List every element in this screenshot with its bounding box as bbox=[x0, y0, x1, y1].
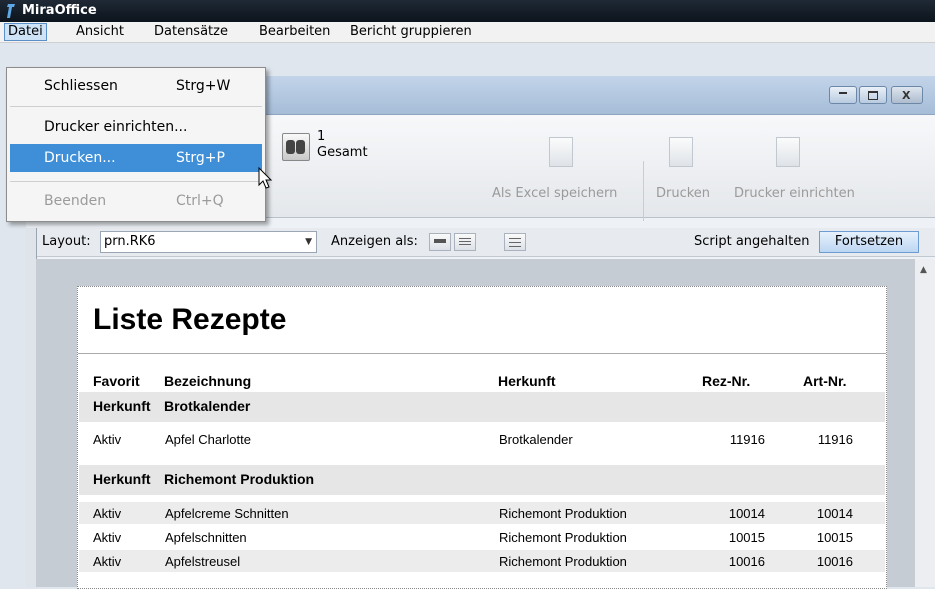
app-icon bbox=[7, 4, 15, 18]
cell-bezeichnung: Apfel Charlotte bbox=[165, 432, 251, 447]
record-total-label: Gesamt bbox=[317, 145, 368, 160]
minimize-button[interactable] bbox=[829, 86, 857, 104]
layout-value: prn.RK6 bbox=[104, 234, 156, 249]
close-button[interactable]: X bbox=[891, 86, 923, 104]
menu-item-shortcut: Ctrl+Q bbox=[176, 193, 224, 209]
menu-separator bbox=[10, 106, 262, 107]
menu-item-schliessen[interactable]: Schliessen Strg+W bbox=[10, 72, 262, 100]
table-row: Aktiv Apfelstreusel Richemont Produktion… bbox=[79, 550, 885, 572]
title-bar: MiraOffice bbox=[0, 0, 935, 22]
view-table-button[interactable] bbox=[504, 233, 526, 251]
layout-label: Layout: bbox=[42, 234, 91, 249]
layout-select[interactable]: prn.RK6 ▼ bbox=[100, 231, 317, 253]
menu-datei[interactable]: Datei bbox=[4, 23, 47, 41]
menu-item-beenden: Beenden Ctrl+Q bbox=[10, 187, 262, 215]
layout-bar: Layout: prn.RK6 ▼ Anzeigen als: Script a… bbox=[26, 228, 935, 257]
printer-icon bbox=[669, 137, 693, 167]
cell-bezeichnung: Apfelschnitten bbox=[165, 530, 247, 545]
menu-item-label: Beenden bbox=[44, 193, 107, 209]
column-header-art-nr: Art-Nr. bbox=[803, 373, 847, 389]
app-title: MiraOffice bbox=[22, 3, 97, 18]
cell-rez-nr: 10016 bbox=[728, 554, 765, 569]
cell-rez-nr: 10014 bbox=[728, 506, 765, 521]
cell-art-nr: 10016 bbox=[816, 554, 853, 569]
menu-bearbeiten[interactable]: Bearbeiten bbox=[256, 24, 333, 40]
printer-setup-button[interactable]: Drucker einrichten bbox=[734, 186, 855, 201]
mouse-cursor-icon bbox=[258, 167, 273, 189]
record-number: 1 bbox=[317, 129, 326, 144]
title-divider bbox=[78, 353, 886, 354]
view-list-button[interactable] bbox=[454, 233, 476, 251]
cell-art-nr: 11916 bbox=[817, 432, 853, 447]
view-as-label: Anzeigen als: bbox=[331, 234, 418, 249]
save-excel-button[interactable]: Als Excel speichern bbox=[492, 186, 617, 201]
menu-ansicht[interactable]: Ansicht bbox=[73, 24, 127, 40]
cell-herkunft: Richemont Produktion bbox=[499, 554, 627, 569]
cell-art-nr: 10015 bbox=[816, 530, 853, 545]
menu-item-drucken[interactable]: Drucken... Strg+P bbox=[10, 144, 262, 172]
cell-art-nr: 10014 bbox=[816, 506, 853, 521]
maximize-button[interactable] bbox=[859, 86, 887, 104]
group-value: Richemont Produktion bbox=[164, 471, 315, 487]
menu-bericht-gruppieren[interactable]: Bericht gruppieren bbox=[347, 24, 475, 40]
script-status: Script angehalten bbox=[694, 234, 810, 249]
cell-herkunft: Brotkalender bbox=[499, 432, 573, 447]
cell-favorit: Aktiv bbox=[93, 530, 122, 545]
menu-item-shortcut: Strg+P bbox=[176, 150, 225, 166]
menu-item-drucker-einrichten[interactable]: Drucker einrichten... bbox=[10, 113, 262, 141]
printer-setup-icon bbox=[776, 137, 800, 167]
menu-separator bbox=[10, 181, 262, 182]
binoculars-icon bbox=[282, 133, 310, 161]
minimize-icon bbox=[839, 92, 847, 94]
close-icon: X bbox=[902, 89, 911, 102]
excel-icon bbox=[549, 137, 573, 167]
table-row: Aktiv Apfelschnitten Richemont Produktio… bbox=[79, 526, 885, 548]
maximize-icon bbox=[868, 91, 878, 100]
menu-item-label: Drucker einrichten... bbox=[44, 119, 188, 135]
view-form-button[interactable] bbox=[429, 233, 451, 251]
column-header-favorit: Favorit bbox=[93, 373, 140, 389]
column-header-herkunft: Herkunft bbox=[498, 373, 556, 389]
group-key-label: Herkunft bbox=[93, 398, 151, 414]
group-header: Herkunft Brotkalender bbox=[79, 392, 885, 422]
menu-item-label: Schliessen bbox=[44, 78, 118, 94]
menu-bar: Datei Ansicht Datensätze Bearbeiten Beri… bbox=[0, 22, 935, 43]
scroll-up-icon[interactable]: ▲ bbox=[920, 265, 927, 275]
menu-item-label: Drucken... bbox=[44, 150, 116, 166]
report-page: Liste Rezepte Favorit Bezeichnung Herkun… bbox=[77, 286, 887, 589]
menu-item-shortcut: Strg+W bbox=[176, 78, 231, 94]
print-button[interactable]: Drucken bbox=[656, 186, 710, 201]
cell-rez-nr: 10015 bbox=[728, 530, 765, 545]
table-row: Aktiv Apfelcreme Schnitten Richemont Pro… bbox=[79, 502, 885, 524]
cell-bezeichnung: Apfelstreusel bbox=[165, 554, 241, 569]
vertical-scrollbar[interactable]: ▲ bbox=[914, 259, 935, 587]
menu-datensaetze[interactable]: Datensätze bbox=[151, 24, 231, 40]
cell-herkunft: Richemont Produktion bbox=[499, 530, 627, 545]
continue-button[interactable]: Fortsetzen bbox=[819, 231, 919, 253]
cell-favorit: Aktiv bbox=[93, 554, 122, 569]
column-header-rez-nr: Rez-Nr. bbox=[702, 373, 751, 389]
cell-bezeichnung: Apfelcreme Schnitten bbox=[165, 506, 289, 521]
column-header-bezeichnung: Bezeichnung bbox=[164, 373, 252, 389]
cell-herkunft: Richemont Produktion bbox=[499, 506, 627, 521]
cell-rez-nr: 11916 bbox=[729, 432, 765, 447]
group-key-label: Herkunft bbox=[93, 471, 151, 487]
cell-favorit: Aktiv bbox=[93, 506, 122, 521]
toolbar-separator bbox=[643, 161, 644, 221]
chevron-down-icon: ▼ bbox=[305, 237, 312, 247]
cell-favorit: Aktiv bbox=[93, 432, 122, 447]
file-menu: Schliessen Strg+W Drucker einrichten... … bbox=[6, 67, 266, 222]
table-row: Aktiv Apfel Charlotte Brotkalender 11916… bbox=[79, 428, 885, 450]
report-title: Liste Rezepte bbox=[93, 303, 287, 336]
group-value: Brotkalender bbox=[164, 398, 251, 414]
group-header: Herkunft Richemont Produktion bbox=[79, 465, 885, 495]
